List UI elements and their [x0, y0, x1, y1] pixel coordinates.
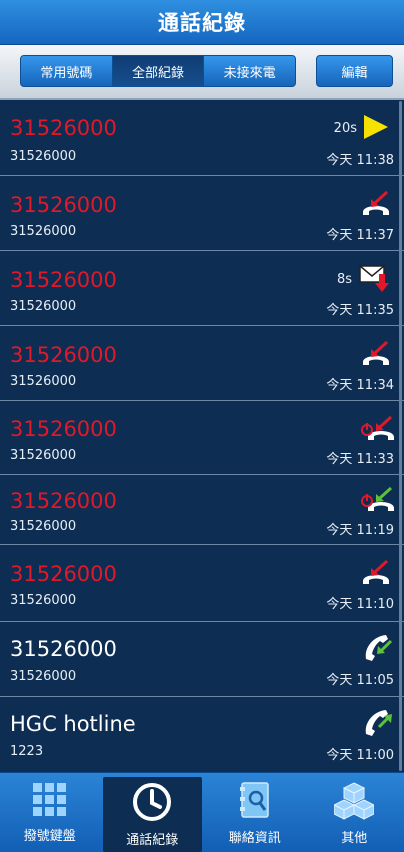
call-time: 今天 11:38 [326, 153, 394, 168]
call-log-row[interactable]: HGC hotline 1223 今天 11:00 [0, 697, 404, 771]
missed-call-power-icon [360, 415, 396, 447]
outgoing-call-icon [362, 708, 394, 742]
contacts-book-icon [239, 782, 269, 818]
call-time: 今天 11:33 [326, 452, 394, 467]
caller-name: 31526000 [10, 116, 117, 140]
caller-name: 31526000 [10, 193, 117, 217]
keypad-icon [32, 783, 66, 816]
caller-name: HGC hotline [10, 712, 136, 736]
cubes-icon [334, 782, 375, 820]
call-time: 今天 11:05 [326, 673, 394, 688]
incoming-call-icon [362, 633, 394, 667]
call-log-row[interactable]: 31526000 31526000 今天 11:10 [0, 545, 404, 622]
caller-number: 31526000 [10, 149, 77, 164]
caller-number: 31526000 [10, 593, 77, 608]
call-time: 今天 11:00 [326, 748, 394, 763]
tab-contacts[interactable]: 聯絡資訊 [205, 773, 305, 852]
missed-call-icon [360, 559, 392, 591]
caller-number: 31526000 [10, 374, 77, 389]
caller-number: 1223 [10, 744, 44, 759]
caller-number: 31526000 [10, 299, 77, 314]
segment-missed-calls[interactable]: 未接來電 [204, 56, 295, 86]
play-voicemail-icon[interactable] [362, 113, 390, 145]
tab-call-log[interactable]: 通話紀錄 [102, 777, 202, 852]
call-time: 今天 11:37 [326, 228, 394, 243]
call-log-row[interactable]: 31526000 31526000 今天 11:37 [0, 176, 404, 251]
tab-label: 撥號鍵盤 [23, 829, 76, 844]
call-log-row[interactable]: 31526000 31526000 今天 11:33 [0, 401, 404, 475]
call-time: 今天 11:19 [326, 523, 394, 538]
call-log-list[interactable]: 31526000 31526000 20s 今天 11:38 31526000 … [0, 101, 404, 772]
filter-segmented-control: 常用號碼 全部紀錄 未接來電 [20, 55, 296, 87]
segment-favorites[interactable]: 常用號碼 [21, 56, 113, 86]
call-log-row[interactable]: 31526000 31526000 今天 11:34 [0, 326, 404, 401]
clock-icon [133, 783, 172, 821]
caller-number: 31526000 [10, 448, 77, 463]
call-log-row[interactable]: 31526000 31526000 今天 11:19 [0, 475, 404, 545]
toolbar: 常用號碼 全部紀錄 未接來電 編輯 [0, 45, 404, 100]
tab-keypad[interactable]: 撥號鍵盤 [0, 773, 100, 852]
call-time: 今天 11:35 [326, 303, 394, 318]
call-time: 今天 11:34 [326, 378, 394, 393]
caller-name: 31526000 [10, 417, 117, 441]
missed-call-icon [360, 340, 392, 372]
call-log-row[interactable]: 31526000 31526000 今天 11:05 [0, 622, 404, 697]
title-bar: 通話紀錄 [0, 0, 404, 45]
call-time: 今天 11:10 [326, 597, 394, 612]
caller-name: 31526000 [10, 562, 117, 586]
page-title: 通話紀錄 [158, 11, 246, 35]
call-log-row[interactable]: 31526000 31526000 8s 今天 11:35 [0, 251, 404, 326]
segment-all-records[interactable]: 全部紀錄 [112, 56, 205, 86]
caller-name: 31526000 [10, 268, 117, 292]
voicemail-envelope-icon[interactable] [358, 264, 392, 298]
caller-name: 31526000 [10, 343, 117, 367]
bottom-tab-bar: 撥號鍵盤 通話紀錄 聯絡資訊 其他 [0, 772, 404, 852]
tab-label: 其他 [341, 831, 368, 846]
caller-number: 31526000 [10, 224, 77, 239]
incoming-call-power-icon [360, 486, 396, 518]
tab-label: 聯絡資訊 [228, 831, 281, 846]
tab-other[interactable]: 其他 [305, 773, 404, 852]
edit-button[interactable]: 編輯 [316, 55, 393, 87]
call-duration: 8s [336, 272, 352, 287]
tab-label: 通話紀錄 [126, 833, 179, 848]
caller-number: 31526000 [10, 519, 77, 534]
list-scrollbar[interactable] [399, 101, 402, 771]
caller-name: 31526000 [10, 489, 117, 513]
caller-name: 31526000 [10, 637, 117, 661]
missed-call-icon [360, 190, 392, 222]
call-log-row[interactable]: 31526000 31526000 20s 今天 11:38 [0, 101, 404, 176]
call-duration: 20s [333, 121, 357, 136]
caller-number: 31526000 [10, 669, 77, 684]
